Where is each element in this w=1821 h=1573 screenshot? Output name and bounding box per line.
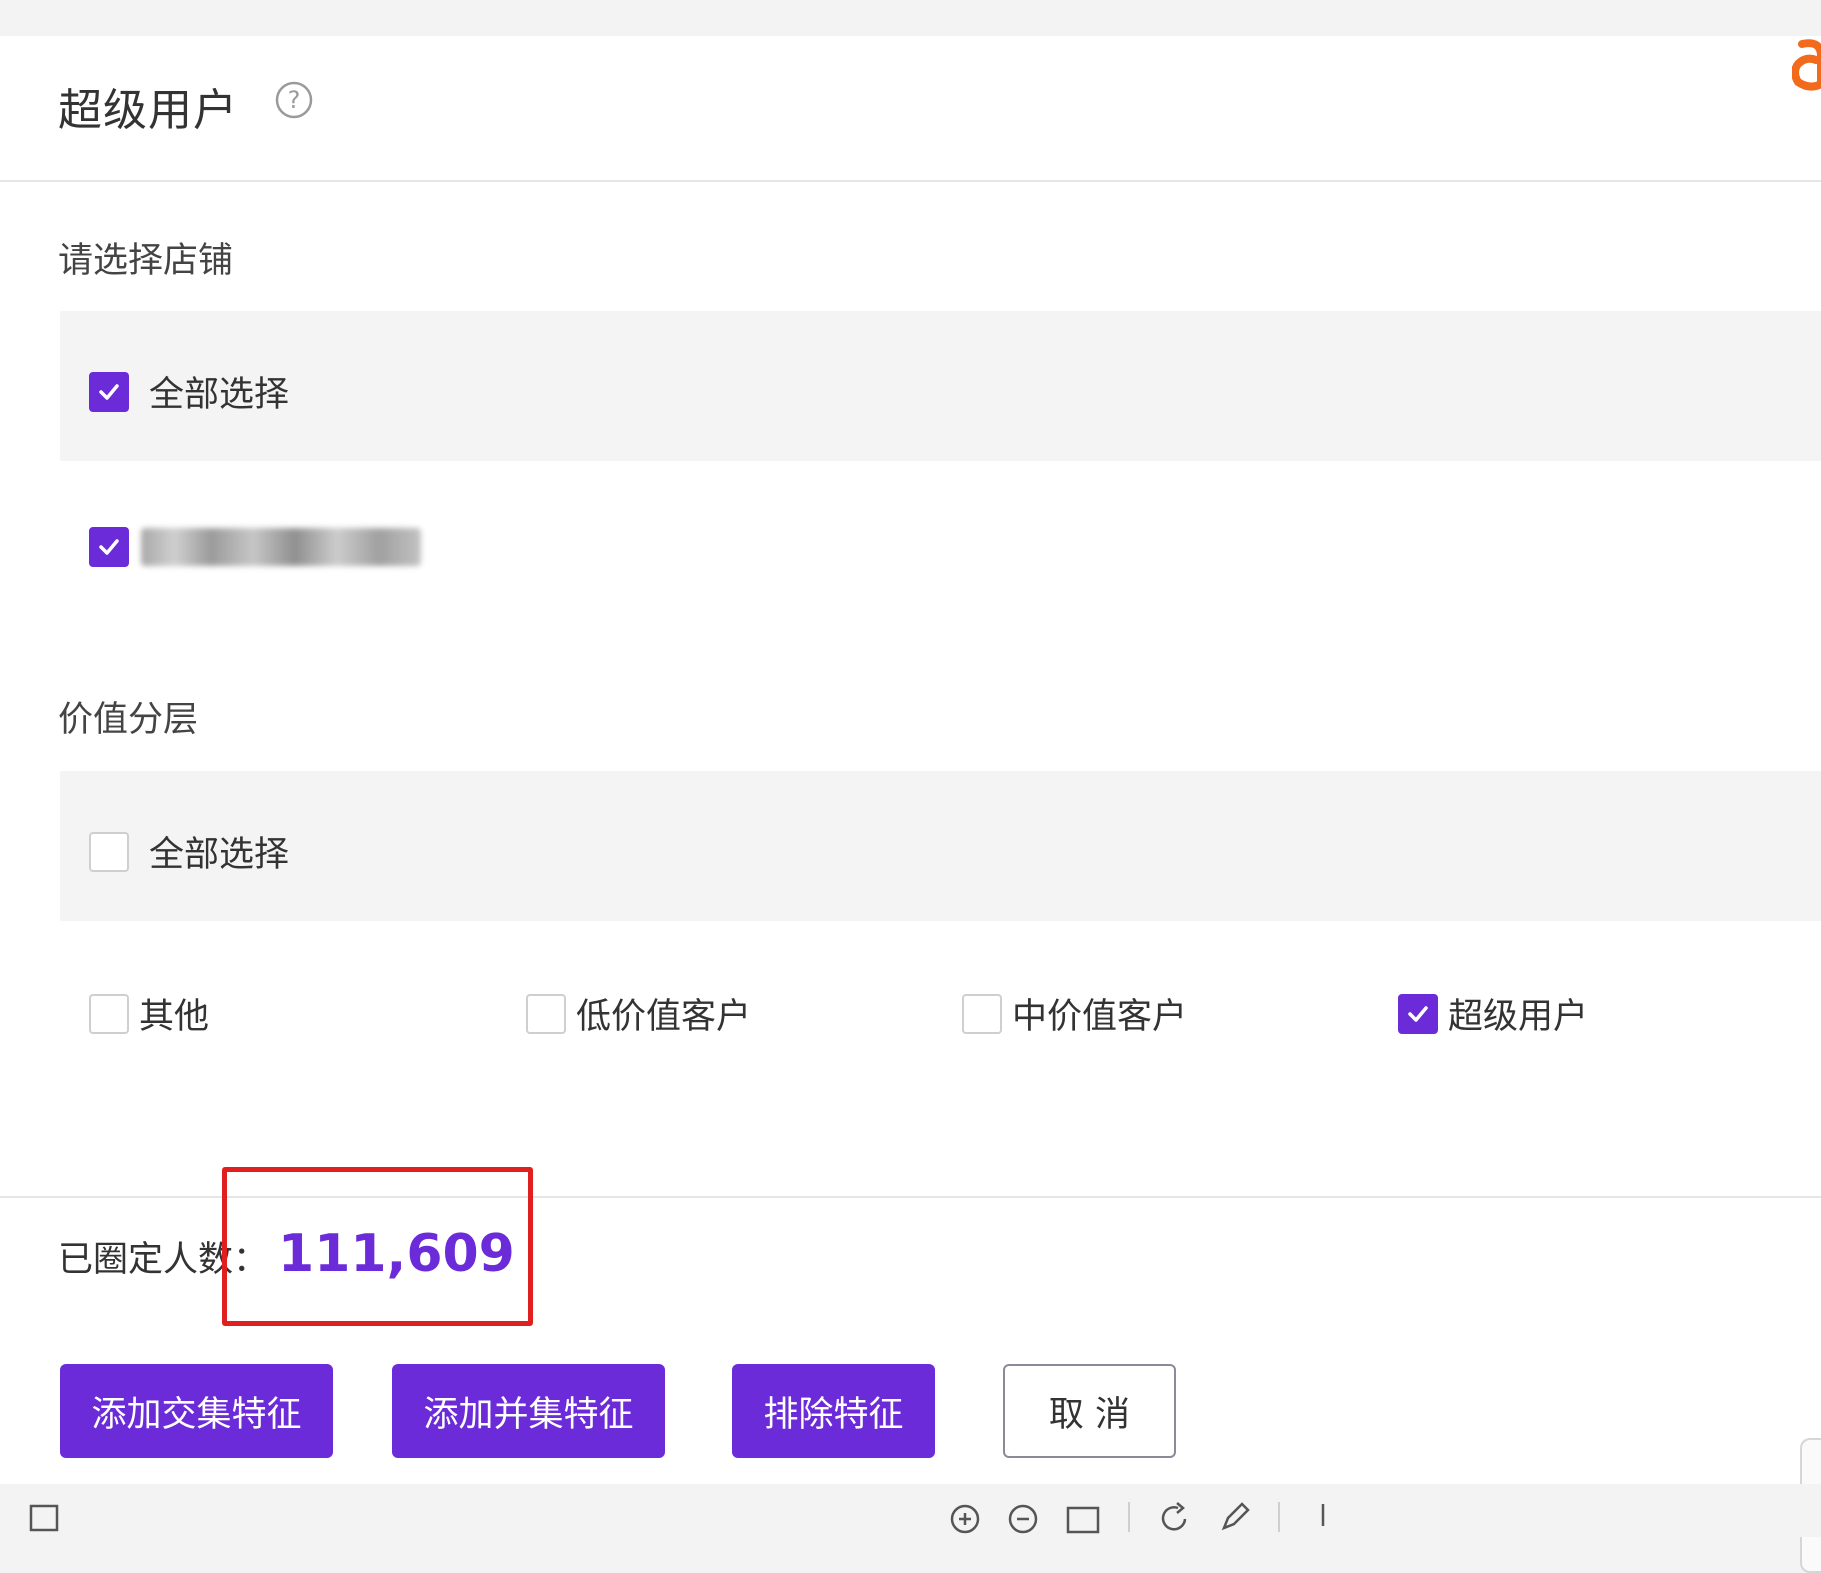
- panel-header: 超级用户 ?: [0, 36, 1821, 182]
- check-icon: [99, 383, 119, 400]
- checkbox-checked[interactable]: [89, 371, 129, 412]
- store-select-all[interactable]: 全部选择: [89, 366, 289, 417]
- zoom-in-icon[interactable]: [948, 1500, 982, 1534]
- store-section-label: 请选择店铺: [58, 241, 234, 281]
- checkbox-unchecked[interactable]: [962, 993, 1002, 1034]
- checkbox-unchecked[interactable]: [89, 993, 129, 1034]
- annotation-highlight-box: [222, 1167, 533, 1326]
- page-title: 超级用户: [58, 85, 238, 136]
- actual-size-icon[interactable]: [1066, 1500, 1100, 1534]
- value-option-other[interactable]: 其他: [89, 988, 209, 1039]
- store-select-all-bar: 全部选择: [60, 311, 1821, 461]
- check-icon: [99, 539, 119, 555]
- checkbox-unchecked[interactable]: [89, 831, 129, 872]
- checkbox-checked[interactable]: [1398, 993, 1438, 1034]
- checkbox-checked[interactable]: [89, 527, 129, 567]
- svg-text:?: ?: [288, 86, 301, 114]
- value-select-all-label: 全部选择: [149, 835, 290, 875]
- value-option-mid[interactable]: 中价值客户: [962, 988, 1187, 1039]
- viewer-toolbar: [0, 1484, 1821, 1537]
- question-circle-icon[interactable]: ?: [274, 80, 314, 120]
- edit-icon[interactable]: [1218, 1500, 1252, 1534]
- feature-panel: 超级用户 ? 请选择店铺 全部选择 价值分层 全部选择 其他 低价值客户 中价值…: [0, 36, 1821, 1573]
- blurred-store-name: [141, 528, 421, 566]
- cancel-button[interactable]: 取 消: [1003, 1364, 1176, 1458]
- square-icon[interactable]: [28, 1500, 62, 1534]
- value-option-low[interactable]: 低价值客户: [526, 988, 751, 1039]
- add-intersection-button[interactable]: 添加交集特征: [60, 1364, 333, 1458]
- rotate-icon[interactable]: [1158, 1500, 1192, 1534]
- store-item[interactable]: [89, 527, 421, 567]
- value-option-label: 超级用户: [1448, 997, 1589, 1037]
- toolbar-separator: [1128, 1502, 1130, 1532]
- brand-logo-icon: [1792, 39, 1821, 91]
- top-strip: [0, 0, 1821, 36]
- value-select-all[interactable]: 全部选择: [89, 826, 289, 877]
- value-option-label: 其他: [139, 997, 210, 1037]
- exclude-button[interactable]: 排除特征: [732, 1364, 935, 1458]
- value-section-label: 价值分层: [58, 700, 199, 740]
- checkbox-unchecked[interactable]: [526, 993, 566, 1034]
- add-union-button[interactable]: 添加并集特征: [392, 1364, 665, 1458]
- zoom-out-icon[interactable]: [1006, 1500, 1040, 1534]
- check-icon: [1408, 1005, 1428, 1022]
- value-select-all-bar: 全部选择: [60, 771, 1821, 921]
- toolbar-separator: [1278, 1502, 1280, 1532]
- download-icon[interactable]: [1306, 1500, 1340, 1534]
- store-select-all-label: 全部选择: [149, 375, 290, 415]
- value-option-label: 中价值客户: [1012, 997, 1188, 1037]
- value-option-super[interactable]: 超级用户: [1398, 988, 1588, 1039]
- value-option-label: 低价值客户: [576, 997, 752, 1037]
